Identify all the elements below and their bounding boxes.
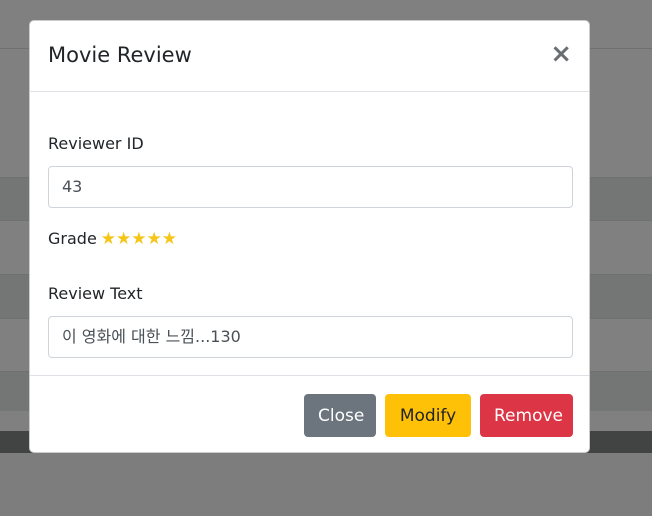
reviewer-id-label: Reviewer ID (48, 134, 144, 153)
remove-button[interactable]: Remove (480, 394, 573, 437)
review-text-label: Review Text (48, 284, 143, 303)
star-rating-icon: ★★★★★ (100, 229, 177, 249)
grade-row: Grade ★★★★★ (48, 229, 177, 249)
close-button[interactable]: Close (304, 394, 376, 437)
modal-title: Movie Review (48, 43, 192, 67)
modify-button[interactable]: Modify (385, 394, 471, 437)
movie-review-modal: Movie Review × Reviewer ID 43 Grade ★★★★★… (29, 20, 590, 453)
modal-body: Reviewer ID 43 Grade ★★★★★ Review Text 이 … (30, 92, 589, 375)
modal-header: Movie Review × (30, 21, 589, 92)
review-text-input[interactable]: 이 영화에 대한 느낌...130 (48, 316, 573, 358)
reviewer-id-input[interactable]: 43 (48, 166, 573, 208)
grade-label: Grade (48, 229, 97, 248)
background-bottom (0, 453, 652, 516)
modal-footer: Close Modify Remove (30, 375, 589, 454)
close-icon[interactable]: × (550, 41, 572, 67)
